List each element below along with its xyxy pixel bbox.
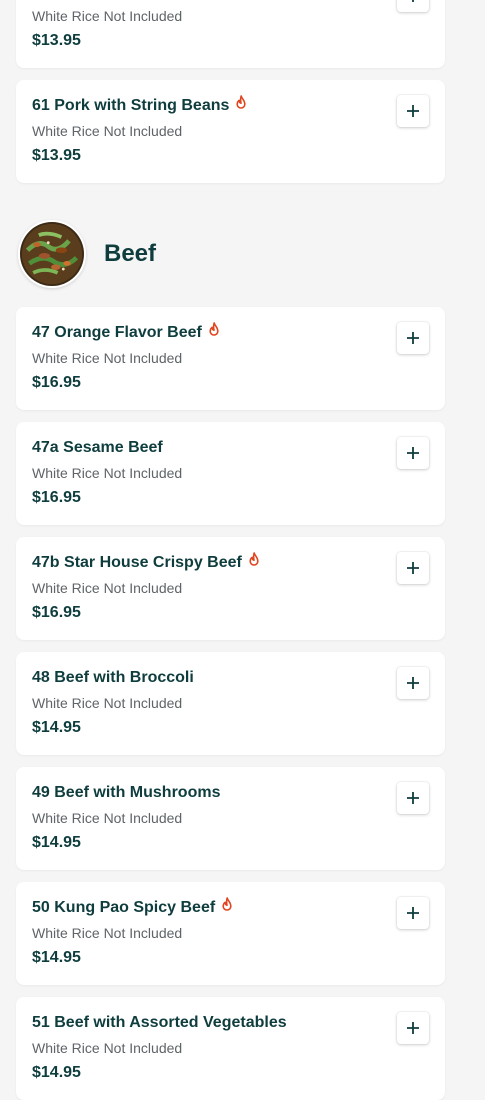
menu-item-card[interactable]: 49 Beef with Mushrooms White Rice Not In… bbox=[16, 767, 445, 870]
menu-item-name-row: 48 Beef with Broccoli bbox=[32, 668, 194, 688]
menu-item-description: White Rice Not Included bbox=[32, 123, 183, 139]
menu-item-card[interactable]: 51 Beef with Assorted Vegetables White R… bbox=[16, 997, 445, 1100]
spicy-flame-icon bbox=[249, 552, 259, 566]
add-to-cart-button[interactable] bbox=[397, 437, 429, 469]
menu-item-name-row: 47b Star House Crispy Beef bbox=[32, 552, 260, 573]
menu-item-card[interactable]: 47a Sesame Beef White Rice Not Included … bbox=[16, 422, 445, 525]
menu-item-price: $14.95 bbox=[32, 1064, 81, 1081]
menu-item-name-row: 51 Beef with Assorted Vegetables bbox=[32, 1013, 287, 1033]
menu-item-price: $13.95 bbox=[32, 32, 81, 49]
add-to-cart-button[interactable] bbox=[397, 667, 429, 699]
menu-item-card[interactable]: White Rice Not Included $13.95 bbox=[16, 0, 445, 68]
plus-icon bbox=[412, 0, 414, 2]
plus-icon bbox=[407, 677, 419, 689]
menu-item-name: 47 Orange Flavor Beef bbox=[32, 324, 202, 341]
plus-icon bbox=[407, 562, 419, 574]
menu-item-name: 50 Kung Pao Spicy Beef bbox=[32, 899, 216, 916]
menu-item-name: 47b Star House Crispy Beef bbox=[32, 554, 242, 571]
beef-dish-photo-icon bbox=[20, 222, 84, 286]
menu-item-price: $16.95 bbox=[32, 489, 81, 506]
menu-item-name: 49 Beef with Mushrooms bbox=[32, 784, 221, 801]
menu-item-name-row: 47 Orange Flavor Beef bbox=[32, 322, 220, 343]
menu-item-price: $13.95 bbox=[32, 147, 81, 164]
plus-icon bbox=[407, 447, 419, 459]
beef-section-image bbox=[18, 220, 86, 288]
menu-item-card[interactable]: 61 Pork with String Beans White Rice Not… bbox=[16, 80, 445, 183]
add-to-cart-button[interactable] bbox=[397, 95, 429, 127]
menu-item-name: 51 Beef with Assorted Vegetables bbox=[32, 1014, 287, 1031]
spicy-flame-icon bbox=[236, 95, 246, 109]
add-to-cart-button[interactable] bbox=[397, 552, 429, 584]
spicy-flame-icon bbox=[209, 322, 219, 336]
spicy-flame-icon bbox=[222, 897, 232, 911]
add-to-cart-button[interactable] bbox=[397, 782, 429, 814]
plus-icon bbox=[407, 1022, 419, 1034]
plus-icon bbox=[407, 907, 419, 919]
menu-item-name: 47a Sesame Beef bbox=[32, 439, 163, 456]
plus-icon bbox=[407, 105, 419, 117]
menu-item-card[interactable]: 47 Orange Flavor Beef White Rice Not Inc… bbox=[16, 307, 445, 410]
menu-item-name-row: 47a Sesame Beef bbox=[32, 438, 163, 458]
menu-item-name-row: 49 Beef with Mushrooms bbox=[32, 783, 220, 803]
plus-icon bbox=[407, 332, 419, 344]
add-to-cart-button[interactable] bbox=[397, 897, 429, 929]
plus-icon bbox=[407, 792, 419, 804]
menu-item-description: White Rice Not Included bbox=[32, 925, 183, 941]
add-to-cart-button[interactable] bbox=[397, 322, 429, 354]
menu-item-card[interactable]: 48 Beef with Broccoli White Rice Not Inc… bbox=[16, 652, 445, 755]
section-header-beef: Beef bbox=[0, 220, 485, 290]
section-title: Beef bbox=[104, 240, 157, 267]
menu-item-name-row: 50 Kung Pao Spicy Beef bbox=[32, 897, 233, 918]
menu-item-name: 61 Pork with String Beans bbox=[32, 97, 230, 114]
menu-item-card[interactable]: 50 Kung Pao Spicy Beef White Rice Not In… bbox=[16, 882, 445, 985]
menu-item-price: $14.95 bbox=[32, 719, 81, 736]
menu-item-description: White Rice Not Included bbox=[32, 580, 183, 596]
add-to-cart-button[interactable] bbox=[397, 1012, 429, 1044]
menu-item-price: $16.95 bbox=[32, 374, 81, 391]
menu-item-description: White Rice Not Included bbox=[32, 350, 183, 366]
menu-item-description: White Rice Not Included bbox=[32, 465, 183, 481]
menu-item-name: 48 Beef with Broccoli bbox=[32, 669, 194, 686]
menu-item-name-row: 61 Pork with String Beans bbox=[32, 95, 247, 116]
menu-item-price: $14.95 bbox=[32, 834, 81, 851]
menu-item-description: White Rice Not Included bbox=[32, 810, 183, 826]
menu-item-price: $16.95 bbox=[32, 604, 81, 621]
add-to-cart-button[interactable] bbox=[397, 0, 429, 12]
menu-item-description: White Rice Not Included bbox=[32, 8, 183, 24]
menu-item-price: $14.95 bbox=[32, 949, 81, 966]
menu-item-description: White Rice Not Included bbox=[32, 1040, 183, 1056]
menu-item-description: White Rice Not Included bbox=[32, 695, 183, 711]
menu-item-card[interactable]: 47b Star House Crispy Beef White Rice No… bbox=[16, 537, 445, 640]
